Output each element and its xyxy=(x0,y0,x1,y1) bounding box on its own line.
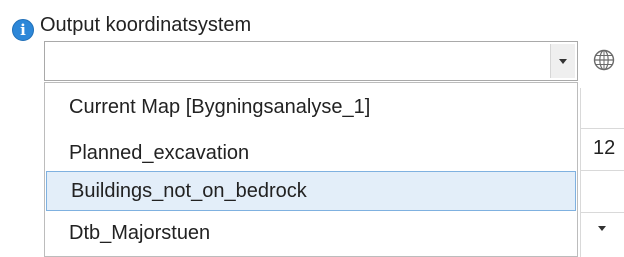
globe-button[interactable] xyxy=(590,46,618,74)
background-row xyxy=(580,212,624,252)
dropdown-list: Current Map [Bygningsanalyse_1] Planned_… xyxy=(44,82,578,257)
dropdown-option-highlighted[interactable]: Buildings_not_on_bedrock xyxy=(46,171,576,211)
chevron-down-icon[interactable] xyxy=(598,226,606,231)
dropdown-option[interactable]: Current Map [Bygningsanalyse_1] xyxy=(45,87,577,127)
dropdown-option[interactable]: Dtb_Majorstuen xyxy=(45,213,577,253)
info-icon: i xyxy=(12,19,34,41)
background-cell-value: 12 xyxy=(593,137,616,159)
chevron-down-icon xyxy=(559,58,567,64)
globe-icon xyxy=(593,49,615,71)
coordinate-system-combobox[interactable] xyxy=(44,41,578,81)
dropdown-option[interactable]: Planned_excavation xyxy=(45,133,577,173)
dropdown-button[interactable] xyxy=(550,44,575,78)
field-label: Output koordinatsystem xyxy=(40,14,252,36)
background-row xyxy=(580,170,624,210)
